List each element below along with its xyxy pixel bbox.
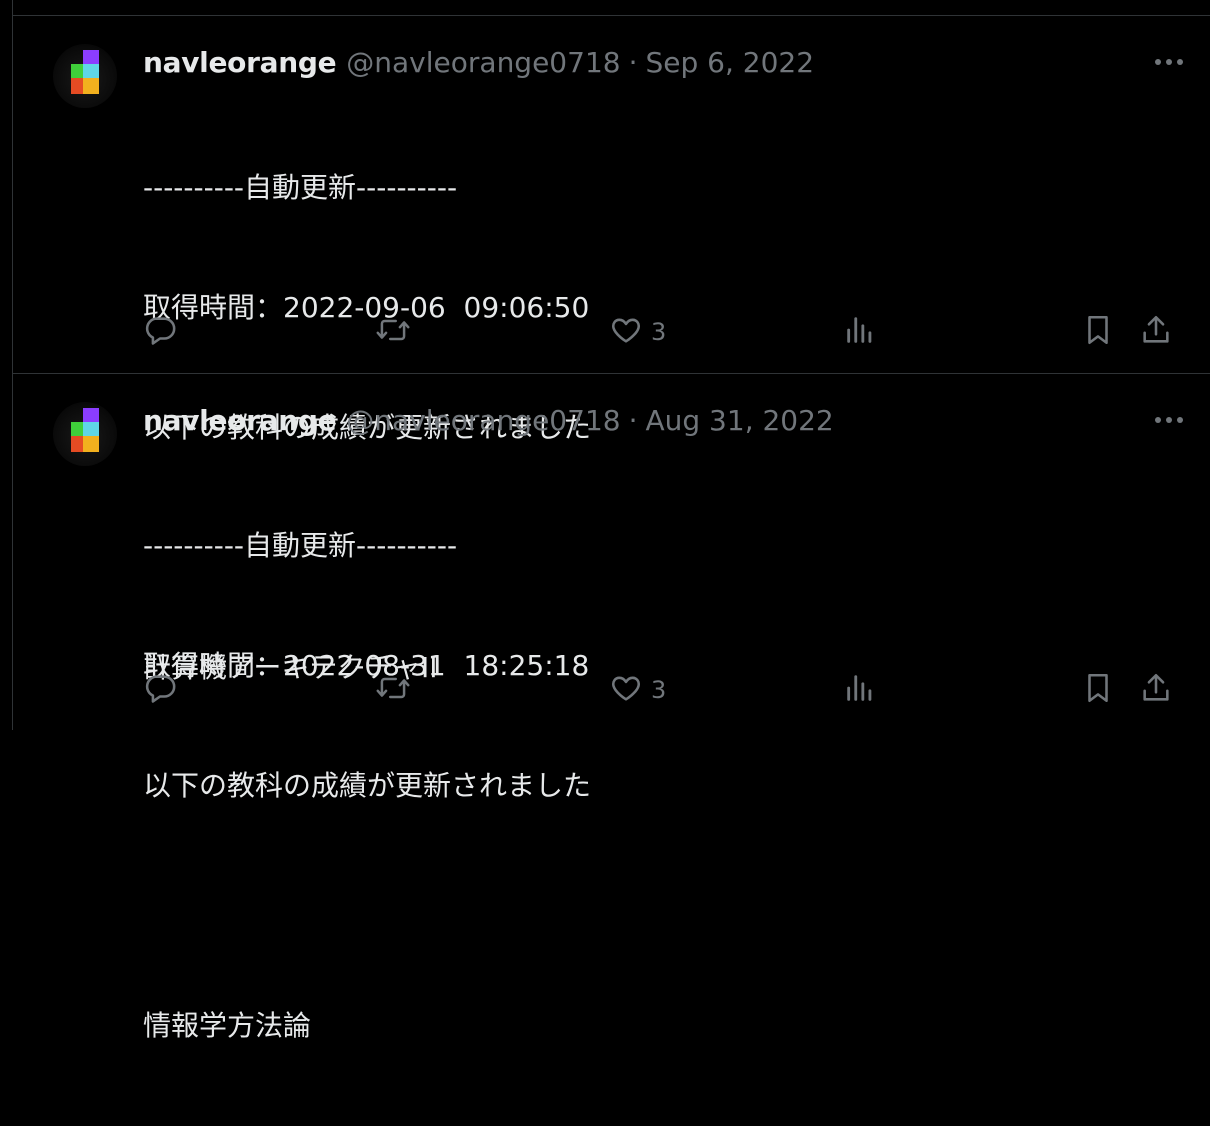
heart-icon bbox=[609, 313, 643, 351]
tweet-date[interactable]: Sep 6, 2022 bbox=[645, 46, 814, 79]
more-icon[interactable] bbox=[1152, 406, 1186, 434]
retweet-icon bbox=[375, 313, 411, 351]
like-button[interactable]: 3 bbox=[609, 312, 666, 352]
reply-icon bbox=[143, 671, 177, 709]
tweet[interactable]: navleorange @navleorange0718 · Aug 31, 2… bbox=[13, 373, 1210, 1042]
like-count: 3 bbox=[651, 318, 667, 346]
bookmark-button[interactable] bbox=[1081, 312, 1115, 352]
tweet-actions: 3 bbox=[143, 312, 1183, 352]
tweet-header: navleorange @navleorange0718 · Sep 6, 20… bbox=[143, 44, 814, 80]
reply-button[interactable] bbox=[143, 670, 177, 710]
share-icon bbox=[1139, 313, 1173, 351]
like-count: 3 bbox=[651, 676, 667, 704]
like-button[interactable]: 3 bbox=[609, 670, 666, 710]
tweet-line: ----------自動更新---------- bbox=[143, 529, 458, 562]
views-button[interactable] bbox=[843, 312, 877, 352]
tweet-date[interactable]: Aug 31, 2022 bbox=[645, 404, 833, 437]
views-button[interactable] bbox=[843, 670, 877, 710]
tweet-line: 情報学方法論 bbox=[143, 1009, 312, 1042]
retweet-button[interactable] bbox=[375, 312, 411, 352]
retweet-button[interactable] bbox=[375, 670, 411, 710]
retweet-icon bbox=[375, 671, 411, 709]
bookmark-icon bbox=[1081, 313, 1115, 351]
tweet-actions: 3 bbox=[143, 670, 1183, 710]
user-handle[interactable]: @navleorange0718 bbox=[346, 404, 620, 437]
more-icon[interactable] bbox=[1152, 48, 1186, 76]
bookmark-icon bbox=[1081, 671, 1115, 709]
tweet[interactable]: navleorange @navleorange0718 · Sep 6, 20… bbox=[13, 15, 1210, 684]
separator: · bbox=[628, 403, 638, 437]
timeline: navleorange @navleorange0718 · Sep 6, 20… bbox=[12, 0, 1210, 1042]
separator: · bbox=[628, 45, 638, 79]
heart-icon bbox=[609, 671, 643, 709]
share-button[interactable] bbox=[1139, 312, 1173, 352]
tweet-header: navleorange @navleorange0718 · Aug 31, 2… bbox=[143, 402, 834, 438]
user-handle[interactable]: @navleorange0718 bbox=[346, 46, 620, 79]
tweet-text: ----------自動更新---------- 取得時間：2022-08-31… bbox=[143, 446, 1043, 1126]
display-name[interactable]: navleorange bbox=[143, 46, 337, 79]
share-icon bbox=[1139, 671, 1173, 709]
views-icon bbox=[843, 671, 877, 709]
share-button[interactable] bbox=[1139, 670, 1173, 710]
tweet-line: ----------自動更新---------- bbox=[143, 171, 458, 204]
avatar[interactable] bbox=[53, 402, 117, 466]
avatar[interactable] bbox=[53, 44, 117, 108]
display-name[interactable]: navleorange bbox=[143, 404, 337, 437]
bookmark-button[interactable] bbox=[1081, 670, 1115, 710]
tweet-line: 以下の教科の成績が更新されました bbox=[143, 769, 592, 802]
reply-icon bbox=[143, 313, 177, 351]
views-icon bbox=[843, 313, 877, 351]
reply-button[interactable] bbox=[143, 312, 177, 352]
